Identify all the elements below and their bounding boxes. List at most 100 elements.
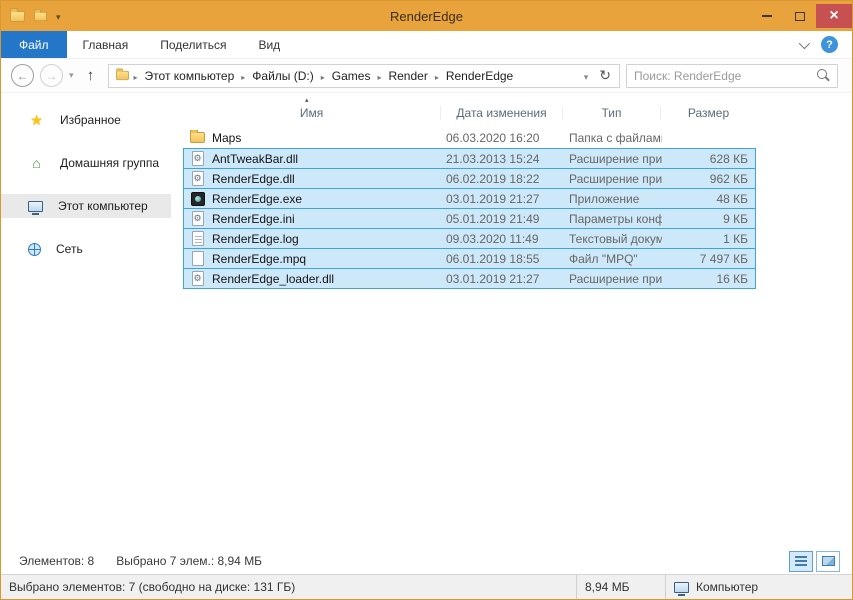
breadcrumb-item[interactable]: Файлы (D:): [247, 66, 318, 86]
table-row[interactable]: RenderEdge_loader.dll 03.01.2019 21:27 Рас…: [183, 268, 756, 289]
ini-icon: [189, 211, 206, 227]
tab-home[interactable]: Главная: [67, 31, 145, 58]
file-name-cell: RenderEdge.exe: [184, 191, 442, 207]
tab-share[interactable]: Поделиться: [144, 31, 242, 58]
close-button[interactable]: [816, 4, 852, 28]
homegroup-icon: [28, 155, 45, 171]
file-date: 03.01.2019 21:27: [446, 191, 540, 206]
breadcrumb-item[interactable]: Render: [383, 66, 432, 86]
selection-summary: Выбрано 7 элем.: 8,94 МБ: [116, 554, 263, 568]
table-row[interactable]: AntTweakBar.dll 21.03.2013 15:24 Расширени…: [183, 148, 756, 169]
refresh-icon[interactable]: [593, 67, 617, 84]
dll-icon: [191, 271, 204, 286]
tab-file[interactable]: Файл: [1, 31, 67, 58]
back-button[interactable]: [11, 64, 34, 87]
sidebar-item-homegroup[interactable]: Домашняя группа: [1, 151, 171, 175]
sidebar-item-network[interactable]: Сеть: [1, 237, 171, 261]
column-header-name[interactable]: Имя: [183, 106, 441, 120]
file-name: RenderEdge.mpq: [212, 251, 307, 266]
table-row[interactable]: RenderEdge.dll 06.02.2019 18:22 Расширение…: [183, 168, 756, 189]
ribbon-right-controls: [798, 31, 852, 58]
explorer-status-bar: Элементов: 8 Выбрано 7 элем.: 8,94 МБ: [1, 548, 852, 574]
file-name: RenderEdge.exe: [212, 191, 303, 206]
computer-icon: [28, 200, 43, 215]
address-dropdown-icon[interactable]: [579, 69, 594, 83]
sidebar-item-favorites[interactable]: Избранное: [1, 108, 171, 132]
file-name: AntTweakBar.dll: [212, 151, 299, 166]
file-type: Папка с файлами: [569, 130, 662, 145]
file-type: Текстовый докум...: [569, 231, 662, 246]
titlebar: RenderEdge: [1, 1, 852, 31]
sort-ascending-icon: ▴: [305, 97, 309, 104]
computer-icon: [674, 581, 689, 596]
file-name-cell: Maps: [184, 129, 442, 146]
breadcrumb: Этот компьютер Файлы (D:) Games Render Rende…: [132, 66, 519, 86]
file-name-cell: RenderEdge.mpq: [184, 251, 442, 267]
search-icon[interactable]: [816, 68, 831, 83]
breadcrumb-separator-icon: [433, 69, 441, 83]
file-date: 03.01.2019 21:27: [446, 271, 540, 286]
minimize-button[interactable]: [750, 5, 783, 27]
folder-shortcut-icon[interactable]: [34, 8, 47, 21]
qat-chevron-down-icon[interactable]: [56, 9, 61, 23]
table-row[interactable]: Maps 06.03.2020 16:20 Папка с файлами: [183, 127, 756, 148]
search-input[interactable]: [627, 68, 816, 83]
address-bar[interactable]: Этот компьютер Файлы (D:) Games Render Rende…: [107, 63, 620, 88]
file-size: 628 КБ: [709, 151, 748, 166]
file-date: 09.03.2020 11:49: [446, 231, 539, 246]
maximize-button[interactable]: [783, 5, 816, 27]
file-type: Расширение при...: [569, 271, 662, 286]
column-header-date[interactable]: Дата изменения: [441, 106, 563, 120]
file-date: 06.03.2020 16:20: [446, 130, 540, 145]
sidebar-item-label: Сеть: [56, 242, 83, 256]
quick-access-toolbar: [1, 7, 61, 23]
dll-icon: [189, 151, 206, 167]
file-date: 21.03.2013 15:24: [446, 151, 540, 166]
history-chevron-icon[interactable]: [69, 70, 74, 81]
file-type: Расширение при...: [569, 151, 662, 166]
file-list-area: ▴ Имя Дата изменения Тип Размер Maps 06.0…: [171, 93, 852, 548]
status-location: Компьютер: [666, 575, 852, 599]
folder-icon: [189, 129, 206, 146]
tab-view[interactable]: Вид: [242, 31, 296, 58]
search-box[interactable]: [626, 63, 838, 88]
help-icon[interactable]: [821, 36, 838, 53]
minimize-icon: [761, 15, 772, 17]
table-row[interactable]: RenderEdge.ini 05.01.2019 21:49 Параметры …: [183, 208, 756, 229]
main-area: Избранное Домашняя группа Этот компьютер…: [1, 93, 852, 548]
breadcrumb-separator-icon: [239, 69, 247, 83]
log-icon: [191, 231, 204, 246]
file-size: 962 КБ: [709, 171, 748, 186]
column-headers: ▴ Имя Дата изменения Тип Размер: [183, 97, 756, 124]
window-controls: [750, 1, 852, 31]
file-type: Приложение: [569, 191, 640, 206]
sidebar-item-this-pc[interactable]: Этот компьютер: [1, 194, 171, 218]
navigation-bar: Этот компьютер Файлы (D:) Games Render Rende…: [1, 59, 852, 93]
navigation-pane: Избранное Домашняя группа Этот компьютер…: [1, 93, 171, 548]
file-name: RenderEdge.ini: [212, 211, 295, 226]
breadcrumb-item[interactable]: RenderEdge: [441, 66, 518, 86]
file-size: 16 КБ: [716, 271, 748, 286]
table-row[interactable]: RenderEdge.log 09.03.2020 11:49 Текстовый …: [183, 228, 756, 249]
maximize-icon: [794, 11, 805, 21]
status-selection-info: Выбрано элементов: 7 (свободно на диске:…: [1, 575, 577, 599]
details-view-button[interactable]: [789, 550, 813, 572]
expand-ribbon-chevron-icon[interactable]: [798, 37, 811, 49]
table-row[interactable]: RenderEdge.mpq 06.01.2019 18:55 Файл "MPQ"…: [183, 248, 756, 269]
status-location-label: Компьютер: [696, 580, 759, 594]
file-date: 06.02.2019 18:22: [446, 171, 540, 186]
file-size: 9 КБ: [723, 211, 748, 226]
breadcrumb-separator-icon: [319, 69, 327, 83]
table-row[interactable]: RenderEdge.exe 03.01.2019 21:27 Приложение…: [183, 188, 756, 209]
thumbnails-view-icon: [821, 556, 835, 566]
thumbnails-view-button[interactable]: [816, 550, 840, 572]
column-header-size[interactable]: Размер: [661, 106, 756, 120]
breadcrumb-item[interactable]: Games: [327, 66, 376, 86]
star-icon: [28, 112, 45, 128]
file-size: 1 КБ: [723, 231, 748, 246]
column-header-type[interactable]: Тип: [563, 106, 661, 120]
file-name-cell: RenderEdge_loader.dll: [184, 271, 442, 287]
breadcrumb-item[interactable]: Этот компьютер: [140, 66, 240, 86]
up-button[interactable]: [80, 67, 102, 84]
forward-button[interactable]: [40, 64, 63, 87]
